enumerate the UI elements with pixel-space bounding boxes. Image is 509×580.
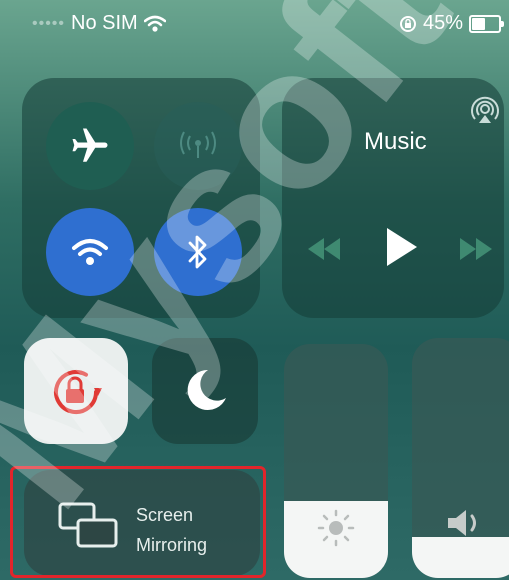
rewind-icon[interactable]	[304, 236, 344, 262]
bluetooth-button[interactable]	[154, 208, 242, 296]
battery-icon	[469, 14, 504, 33]
cellular-data-button[interactable]	[154, 102, 242, 190]
cellular-antenna-icon	[180, 131, 216, 158]
airplane-mode-button[interactable]	[46, 102, 134, 190]
orientation-lock-status-icon	[399, 15, 416, 32]
moon-icon	[187, 369, 226, 410]
airplane-icon	[72, 128, 108, 162]
status-bar-left: ••••• No SIM	[32, 12, 166, 35]
status-bar-right: 45%	[399, 12, 504, 35]
bluetooth-icon	[188, 235, 207, 269]
play-icon[interactable]	[384, 226, 420, 268]
speaker-icon	[448, 510, 476, 536]
airplay-icon[interactable]	[470, 96, 500, 126]
sun-icon	[317, 509, 355, 547]
wifi-status-icon	[143, 15, 166, 32]
fast-forward-icon[interactable]	[456, 236, 496, 262]
battery-percent: 45%	[422, 12, 463, 34]
highlight-box	[10, 466, 266, 578]
volume-fill	[412, 537, 509, 578]
orientation-lock-icon	[54, 370, 102, 414]
wifi-icon	[72, 239, 108, 265]
signal-dots-icon: •••••	[32, 14, 66, 32]
wifi-button[interactable]	[46, 208, 134, 296]
volume-slider[interactable]	[412, 338, 509, 578]
carrier-label: No SIM	[71, 12, 138, 34]
music-title: Music	[364, 128, 427, 155]
